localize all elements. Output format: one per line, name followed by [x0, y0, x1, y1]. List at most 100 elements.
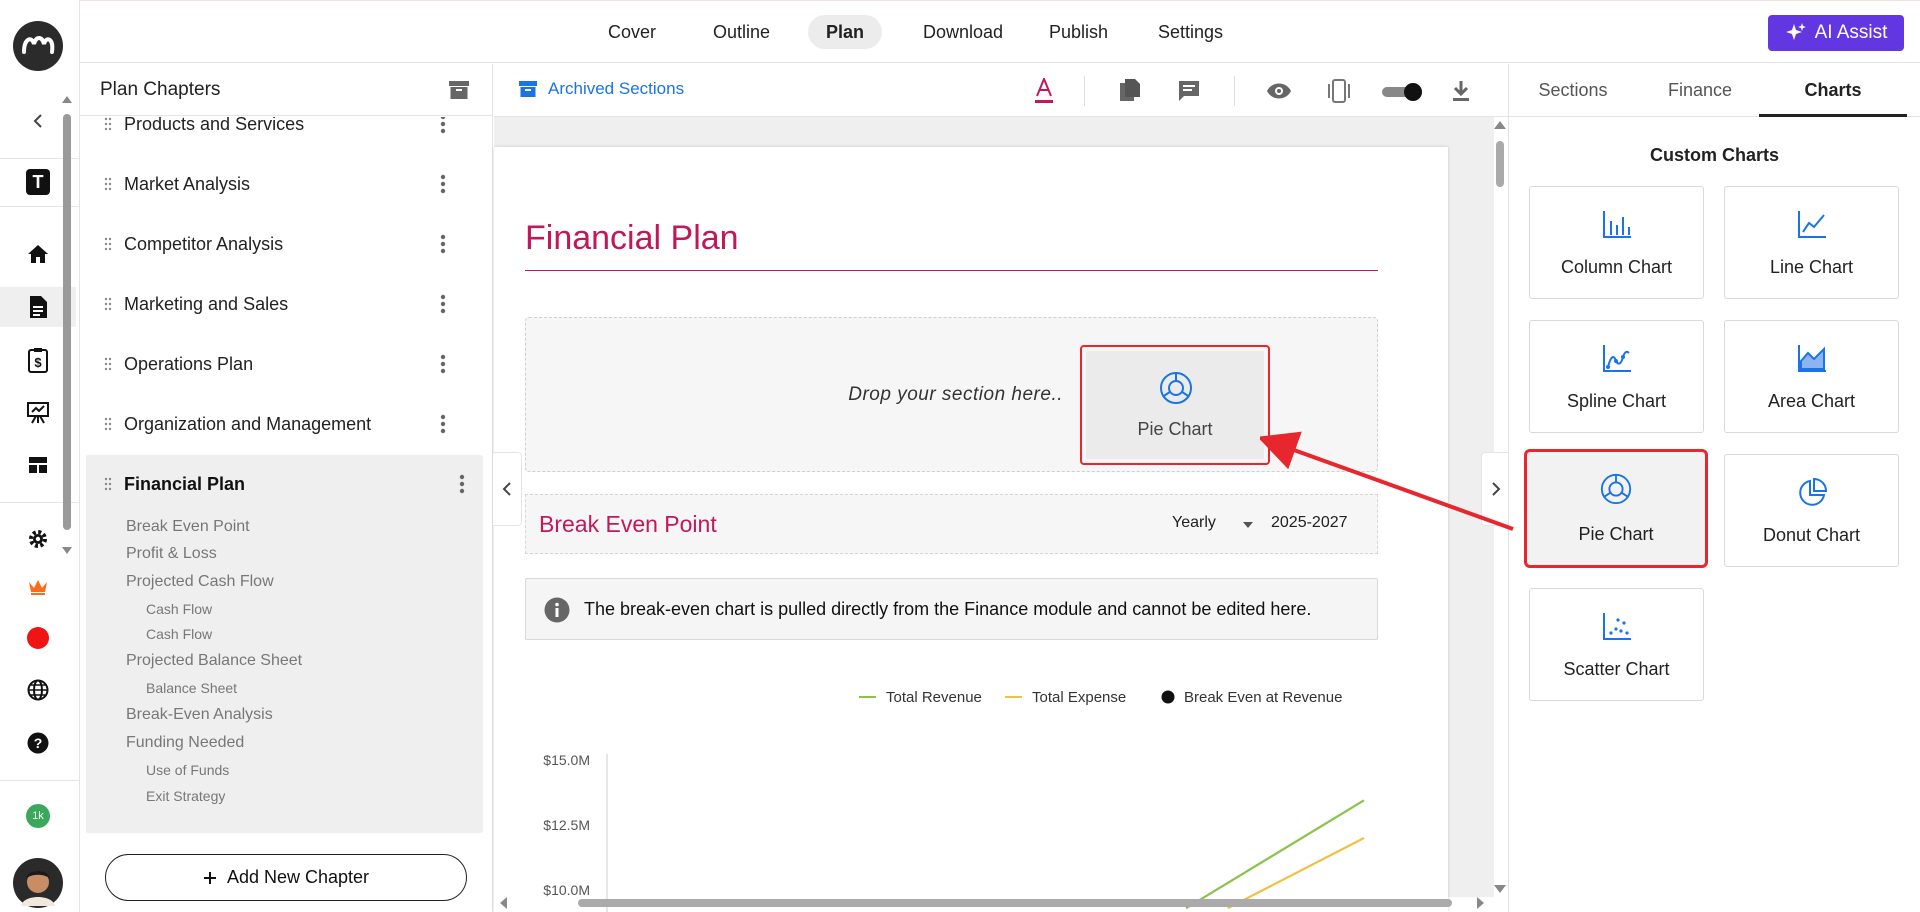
drag-handle-icon[interactable]: [104, 117, 112, 131]
chapter-item[interactable]: Competitor Analysis: [86, 215, 464, 273]
crown-icon[interactable]: [0, 567, 76, 607]
series-line: [1185, 799, 1365, 910]
chapter-label: Financial Plan: [124, 473, 246, 494]
chapters-panel: Plan Chapters Products and Services Mark…: [80, 64, 493, 912]
line-chart-card[interactable]: Line Chart: [1724, 186, 1899, 299]
subsection-item[interactable]: Projected Balance Sheet: [126, 652, 302, 670]
tab-finance[interactable]: Finance: [1637, 64, 1763, 117]
chapter-item[interactable]: Market Analysis: [86, 155, 464, 213]
section-header[interactable]: Break Even Point Yearly 2025-2027: [525, 494, 1378, 554]
drag-handle-icon[interactable]: [104, 177, 112, 191]
info-icon: [544, 597, 570, 623]
more-vert-icon[interactable]: [440, 174, 446, 194]
dragged-pie-chart-card[interactable]: Pie Chart: [1080, 345, 1270, 465]
subsection-child[interactable]: Exit Strategy: [146, 788, 225, 804]
drop-zone[interactable]: Drop your section here.. Pie Chart: [525, 317, 1378, 472]
legend-label[interactable]: Total Expense: [1032, 689, 1126, 706]
subsection-child[interactable]: Use of Funds: [146, 762, 229, 778]
chapter-list: Products and Services Market Analysis Co…: [80, 117, 493, 890]
subsection-child[interactable]: Cash Flow: [146, 601, 212, 617]
ai-assist-button[interactable]: AI Assist: [1768, 15, 1904, 51]
drag-arrow: [1260, 431, 1514, 531]
y-tick-label: $12.5M: [543, 817, 590, 833]
top-nav: Cover Outline Plan Download Publish Sett…: [80, 0, 1920, 63]
pie-chart-card[interactable]: Pie Chart: [1524, 449, 1708, 568]
drop-zone-text: Drop your section here..: [848, 384, 1063, 405]
horizontal-scrollbar[interactable]: [494, 894, 1494, 912]
add-new-chapter-button[interactable]: Add New Chapter: [105, 854, 467, 901]
scatter-chart-card[interactable]: Scatter Chart: [1529, 588, 1704, 701]
area-chart-card[interactable]: Area Chart: [1724, 320, 1899, 433]
scatter-chart-icon: [1602, 613, 1631, 640]
more-vert-icon[interactable]: [440, 234, 446, 254]
globe-icon[interactable]: [0, 670, 76, 710]
credit-badge[interactable]: 1k: [0, 796, 76, 836]
chapter-label: Marketing and Sales: [124, 293, 289, 314]
subsection-item[interactable]: Break-Even Analysis: [126, 706, 273, 724]
toggle-switch[interactable]: [1380, 82, 1424, 102]
more-vert-icon[interactable]: [459, 474, 465, 494]
brand-logo-icon[interactable]: [0, 21, 76, 71]
chapter-item[interactable]: Products and Services: [86, 117, 464, 153]
comment-icon[interactable]: [1178, 80, 1200, 102]
legend-swatch: [1161, 690, 1175, 704]
tab-charts[interactable]: Charts: [1759, 64, 1907, 117]
download-icon[interactable]: [1452, 80, 1470, 102]
archived-sections-link[interactable]: Archived Sections: [518, 79, 684, 99]
help-icon[interactable]: ?: [0, 723, 76, 763]
subsection-item[interactable]: Profit & Loss: [126, 545, 217, 563]
tab-publish[interactable]: Publish: [1031, 15, 1126, 49]
drag-handle-icon[interactable]: [104, 357, 112, 371]
column-chart-icon: [1602, 211, 1631, 238]
drag-handle-icon[interactable]: [104, 237, 112, 251]
info-box: The break-even chart is pulled directly …: [525, 578, 1378, 640]
more-vert-icon[interactable]: [440, 117, 446, 134]
record-icon[interactable]: [0, 618, 76, 658]
tab-settings[interactable]: Settings: [1140, 15, 1241, 49]
svg-text:$: $: [34, 355, 42, 370]
column-chart-card[interactable]: Column Chart: [1529, 186, 1704, 299]
pie-chart-icon: [1160, 372, 1192, 404]
tab-outline[interactable]: Outline: [695, 15, 788, 49]
more-vert-icon[interactable]: [440, 354, 446, 374]
active-chapter-block: Financial Plan Break Even Point Profit &…: [86, 455, 483, 833]
more-vert-icon[interactable]: [440, 414, 446, 434]
chevron-left-icon: [502, 482, 511, 496]
device-icon[interactable]: [1326, 78, 1352, 104]
chapters-scrollbar[interactable]: [61, 96, 73, 554]
chapter-label: Competitor Analysis: [124, 233, 284, 254]
title-underline: [525, 270, 1378, 271]
sparkle-icon: [1785, 23, 1806, 40]
area-chart-icon: [1797, 345, 1826, 372]
tab-cover[interactable]: Cover: [590, 15, 674, 49]
legend-label[interactable]: Break Even at Revenue: [1184, 689, 1342, 706]
subsection-item[interactable]: Projected Cash Flow: [126, 573, 274, 591]
drag-handle-icon[interactable]: [104, 477, 112, 491]
avatar[interactable]: [0, 858, 76, 908]
drag-handle-icon[interactable]: [104, 417, 112, 431]
text-color-icon[interactable]: [1034, 78, 1054, 104]
spline-chart-icon: [1602, 345, 1631, 372]
spline-chart-card[interactable]: Spline Chart: [1529, 320, 1704, 433]
period-select[interactable]: Yearly: [1172, 514, 1216, 532]
chapter-item[interactable]: Marketing and Sales: [86, 275, 464, 333]
legend-label[interactable]: Total Revenue: [886, 689, 982, 706]
copy-page-icon[interactable]: [1119, 78, 1141, 102]
subsection-item[interactable]: Funding Needed: [126, 734, 244, 752]
subsection-item[interactable]: Break Even Point: [126, 518, 250, 536]
archive-icon[interactable]: [448, 80, 470, 100]
tab-sections[interactable]: Sections: [1509, 64, 1637, 117]
preview-eye-icon[interactable]: [1266, 82, 1292, 100]
chapter-item-active[interactable]: Financial Plan: [86, 455, 483, 513]
subsection-child[interactable]: Cash Flow: [146, 626, 212, 642]
tab-plan[interactable]: Plan: [808, 15, 883, 49]
drag-handle-icon[interactable]: [104, 297, 112, 311]
chapter-item[interactable]: Organization and Management: [86, 395, 464, 453]
subsection-child[interactable]: Balance Sheet: [146, 680, 237, 696]
chapter-item[interactable]: Operations Plan: [86, 335, 464, 393]
donut-chart-card[interactable]: Donut Chart: [1724, 454, 1899, 567]
tab-download[interactable]: Download: [905, 15, 1021, 49]
collapse-left-handle[interactable]: [493, 452, 522, 526]
chevron-down-icon[interactable]: [1242, 521, 1254, 529]
more-vert-icon[interactable]: [440, 294, 446, 314]
